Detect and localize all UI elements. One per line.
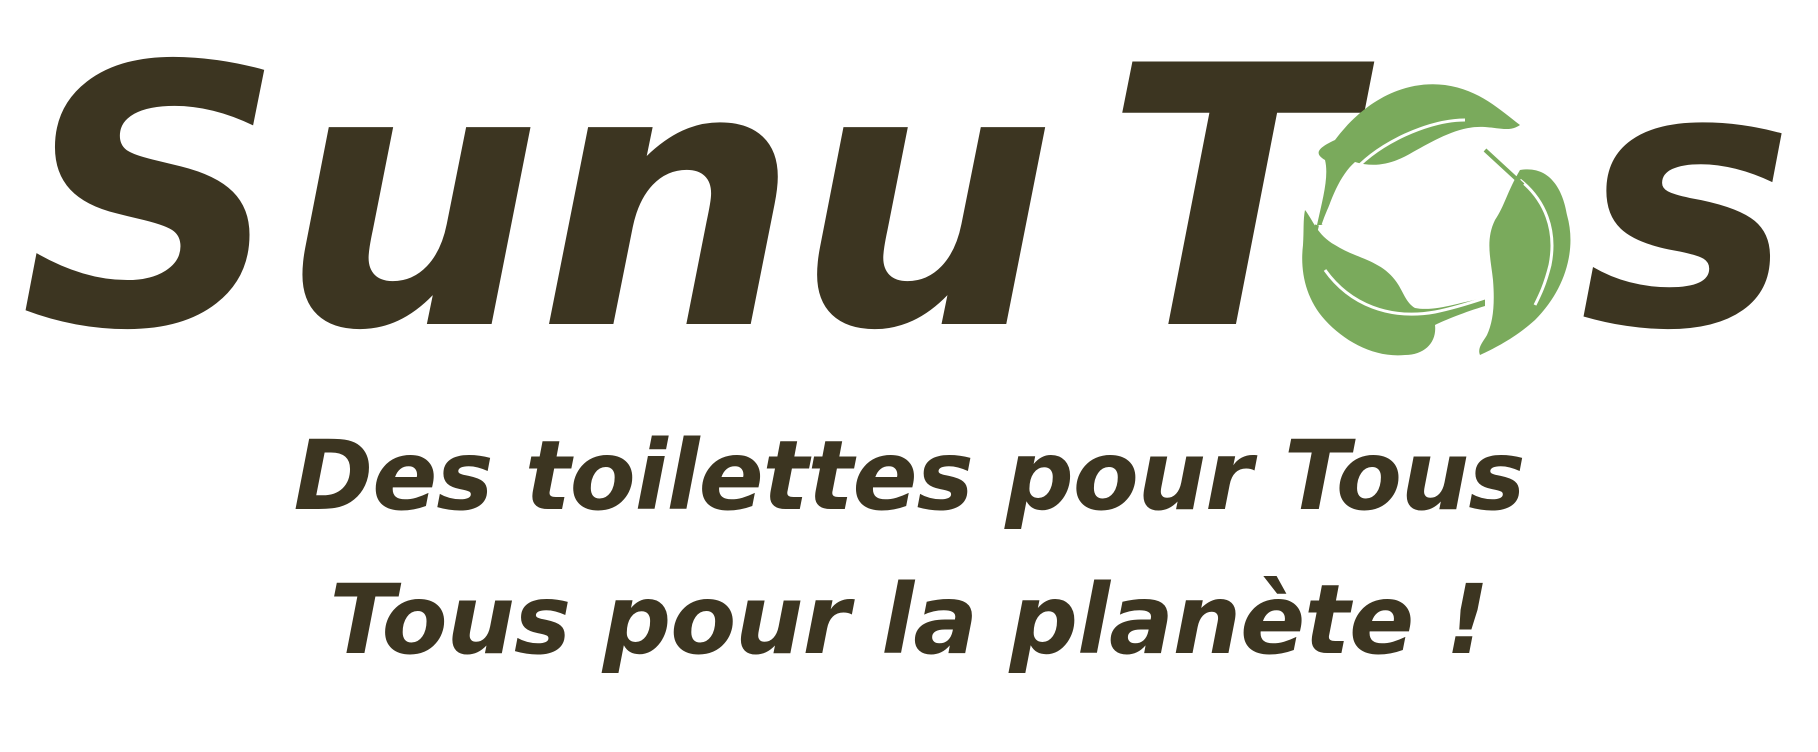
brand-wordmark: Sunu T s bbox=[20, 10, 1810, 380]
sunu-tos-logo: Sunu T s Des toilettes pour Tous Tous po… bbox=[0, 0, 1818, 752]
tagline-line-1: Des toilettes pour Tous bbox=[293, 420, 1526, 532]
brand-word-sunu: Sunu bbox=[20, 0, 1056, 409]
recycle-leaves-icon bbox=[1302, 84, 1571, 356]
tagline-line-2: Tous pour la planète ! bbox=[329, 564, 1490, 676]
brand-letter-s: s bbox=[1580, 0, 1794, 409]
